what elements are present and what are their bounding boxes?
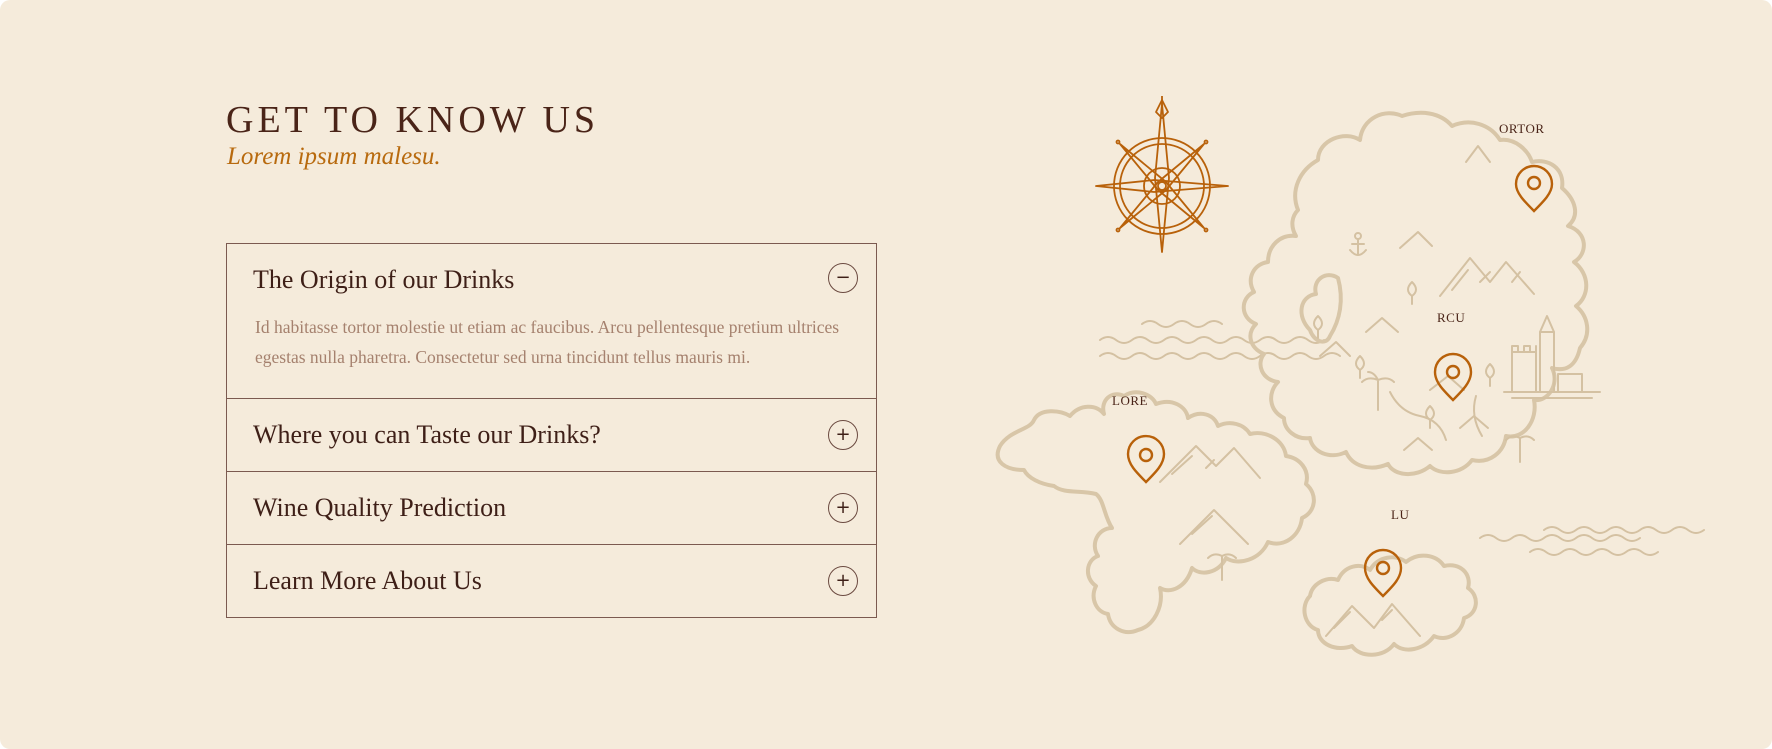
- map-label-rcu: RCU: [1437, 310, 1465, 325]
- expand-icon[interactable]: +: [828, 493, 858, 523]
- south-island: [1302, 553, 1478, 657]
- north-island: [1241, 110, 1590, 476]
- map-label-lore: LORE: [1112, 393, 1148, 408]
- accordion-title: Where you can Taste our Drinks?: [253, 420, 601, 449]
- accordion-item-quality: Wine Quality Prediction +: [227, 471, 876, 544]
- expand-icon[interactable]: +: [828, 420, 858, 450]
- accordion-header-origin[interactable]: The Origin of our Drinks −: [227, 244, 876, 312]
- mountain-icon: [1159, 145, 1535, 637]
- map-pin-icon: [1126, 164, 1554, 598]
- accordion-title: The Origin of our Drinks: [253, 265, 515, 294]
- accordion-item-origin: The Origin of our Drinks − Id habitasse …: [227, 244, 876, 398]
- palm-tree-icon: [1207, 371, 1535, 581]
- accordion-title: Wine Quality Prediction: [253, 493, 507, 522]
- section-subtitle: Lorem ipsum malesu.: [227, 143, 441, 170]
- west-island: [995, 390, 1316, 634]
- faq-accordion: The Origin of our Drinks − Id habitasse …: [226, 243, 877, 618]
- accordion-item-taste: Where you can Taste our Drinks? +: [227, 398, 876, 471]
- accordion-body-text: Id habitasse tortor molestie ut etiam ac…: [255, 317, 840, 367]
- river: [1389, 391, 1483, 441]
- accordion-header-quality[interactable]: Wine Quality Prediction +: [227, 472, 876, 544]
- get-to-know-us-section: GET TO KNOW US Lorem ipsum malesu. The O…: [0, 0, 1772, 749]
- accordion-item-about: Learn More About Us +: [227, 544, 876, 617]
- map-label-lu: LU: [1391, 507, 1409, 522]
- anchor-icon: [1349, 232, 1367, 256]
- waves-icon: [1099, 320, 1705, 556]
- map-label-ortor: ORTOR: [1499, 121, 1545, 136]
- accordion-title: Learn More About Us: [253, 566, 482, 595]
- tree-icon: [1313, 281, 1495, 429]
- compass-rose-icon: [1095, 96, 1229, 253]
- accordion-header-about[interactable]: Learn More About Us +: [227, 545, 876, 617]
- expand-icon[interactable]: +: [828, 566, 858, 596]
- section-title: GET TO KNOW US: [226, 99, 600, 141]
- castle-icon: [1503, 315, 1601, 399]
- northwest-peninsula: [1299, 273, 1343, 344]
- collapse-icon[interactable]: −: [828, 263, 858, 293]
- accordion-header-taste[interactable]: Where you can Taste our Drinks? +: [227, 399, 876, 471]
